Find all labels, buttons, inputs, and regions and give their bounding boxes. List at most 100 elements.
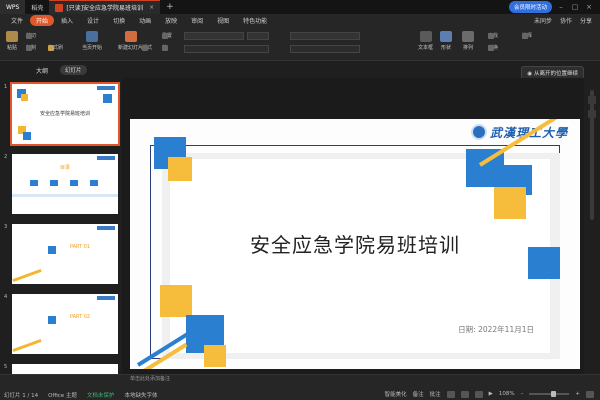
menu-features[interactable]: 特色功能 xyxy=(236,16,274,25)
zoom-in-icon[interactable]: + xyxy=(575,391,580,397)
thumbnail-slide-4[interactable]: PART 02 xyxy=(12,294,118,354)
menu-design[interactable]: 设计 xyxy=(80,16,106,25)
menu-view[interactable]: 视图 xyxy=(210,16,236,25)
menu-review[interactable]: 审阅 xyxy=(184,16,210,25)
document-tab[interactable]: [只读]安全应急学院易班培训 × xyxy=(49,0,161,14)
thumbnail-slide-3[interactable]: PART 01 xyxy=(12,224,118,284)
find-button[interactable]: 查找 xyxy=(488,32,498,39)
format-painter-button[interactable]: 格式刷 xyxy=(48,44,63,51)
new-tab-button[interactable]: + xyxy=(160,2,180,12)
play-slideshow-icon[interactable]: ▶ xyxy=(489,391,493,397)
menu-insert[interactable]: 插入 xyxy=(54,16,80,25)
maximize-icon[interactable]: ▢ xyxy=(570,3,580,11)
section-button[interactable]: 节 xyxy=(162,44,168,51)
thumb-toc-box xyxy=(30,180,38,186)
font-size-select[interactable] xyxy=(247,32,269,40)
arrange-icon xyxy=(462,31,474,42)
member-promo-button[interactable]: 会员限时活动 xyxy=(508,1,552,13)
slide-date[interactable]: 日期: 2022年11月1日 xyxy=(458,324,534,335)
textbox-icon xyxy=(419,31,432,42)
select-button[interactable]: 选择 xyxy=(522,32,532,39)
slide-counter: 幻灯片 1 / 14 xyxy=(4,393,39,399)
replace-button[interactable]: 替换 xyxy=(488,44,498,51)
status-left: 幻灯片 1 / 14 Office 主题 文档未保护 本地缺失字体 xyxy=(4,391,157,399)
current-slide-canvas[interactable]: 武漢理工大學 安全应急学院易班培训 日期: 2022年11月1日 xyxy=(130,119,580,369)
menu-transitions[interactable]: 切换 xyxy=(106,16,132,25)
notes-placeholder[interactable]: 单击此处添加备注 xyxy=(130,375,170,382)
alignment-group[interactable] xyxy=(290,45,360,53)
view-tabs-bar: 大纲 幻灯片 ◉ 从离开的位置继续 xyxy=(0,62,600,80)
side-tool-icon[interactable] xyxy=(588,96,596,104)
thumbnail-number: 2 xyxy=(4,154,8,160)
document-tab-label: [只读]安全应急学院易班培训 xyxy=(66,5,144,12)
thumb-logo xyxy=(97,296,115,300)
thumbnail-slide-1[interactable]: 安全应急学院易班培训 xyxy=(10,82,120,146)
paste-icon xyxy=(6,31,18,42)
cut-button[interactable]: 剪切 xyxy=(26,32,36,39)
slide-title[interactable]: 安全应急学院易班培训 xyxy=(130,229,580,258)
smart-beautify-button[interactable]: 智能美化 xyxy=(385,390,407,398)
thumbnail-slide-2[interactable]: 目录 xyxy=(12,154,118,214)
collaborate-button[interactable]: 协作 xyxy=(560,16,572,25)
thumbnail-title: PART 02 xyxy=(69,314,91,320)
zoom-slider[interactable] xyxy=(529,391,570,397)
paste-label: 粘贴 xyxy=(6,45,17,51)
new-slide-button[interactable]: 新建幻灯片 xyxy=(118,31,143,51)
reset-button[interactable]: 重置 xyxy=(162,32,172,39)
font-style-group[interactable] xyxy=(184,45,269,53)
vertical-scrollbar[interactable] xyxy=(584,78,600,374)
fit-window-icon[interactable] xyxy=(586,390,594,398)
ribbon-toolbar: 粘贴 剪切 复制 格式刷 当页开始 新建幻灯片 版式 节 重置 文本框 形状 xyxy=(0,27,600,61)
shape-button[interactable]: 形状 xyxy=(440,31,452,51)
thumb-blue-square xyxy=(23,132,31,140)
layout-icon xyxy=(142,44,148,51)
notes-toggle-button[interactable]: 备注 xyxy=(413,390,424,398)
close-tab-icon[interactable]: × xyxy=(149,4,154,11)
menu-slideshow[interactable]: 放映 xyxy=(158,16,184,25)
status-right: 智能美化 备注 批注 ▶ 108% – + xyxy=(385,390,594,398)
arrange-button[interactable]: 排列 xyxy=(462,31,474,51)
copy-button[interactable]: 复制 xyxy=(26,44,36,51)
sorter-view-icon[interactable] xyxy=(460,390,469,398)
zoom-slider-knob[interactable] xyxy=(551,391,557,397)
zoom-value[interactable]: 108% xyxy=(499,391,515,397)
menu-home[interactable]: 开始 xyxy=(30,15,55,26)
outline-tab[interactable]: 大纲 xyxy=(36,66,48,75)
new-slide-icon xyxy=(124,31,137,42)
document-protection-status[interactable]: 文档未保护 xyxy=(87,391,115,399)
reading-view-icon[interactable] xyxy=(474,390,483,398)
zoom-out-icon[interactable]: – xyxy=(521,391,524,397)
status-bar: 单击此处添加备注 幻灯片 1 / 14 Office 主题 文档未保护 本地缺失… xyxy=(0,374,600,400)
decor-yellow-square xyxy=(160,285,192,317)
replace-icon xyxy=(488,44,494,51)
normal-view-icon[interactable] xyxy=(446,390,455,398)
thumb-stripe xyxy=(12,338,42,353)
close-window-icon[interactable]: × xyxy=(584,3,594,11)
textbox-button[interactable]: 文本框 xyxy=(418,31,433,51)
layout-button[interactable]: 版式 xyxy=(142,44,152,51)
comments-button[interactable]: 批注 xyxy=(430,390,441,398)
minimize-icon[interactable]: – xyxy=(556,3,566,11)
font-name-select[interactable] xyxy=(184,32,244,40)
sync-status[interactable]: 未同步 xyxy=(534,16,552,25)
paragraph-group[interactable] xyxy=(290,32,360,40)
thumbnail-number: 3 xyxy=(4,224,8,230)
missing-font-notice[interactable]: 本地缺失字体 xyxy=(124,391,157,399)
share-button[interactable]: 分享 xyxy=(580,16,592,25)
menu-animations[interactable]: 动画 xyxy=(132,16,158,25)
wps-home-tab[interactable]: WPS xyxy=(0,0,26,14)
thumbnail-slide-5[interactable] xyxy=(12,364,118,374)
decor-yellow-square xyxy=(494,187,526,219)
title-bar-controls: 会员限时活动 – ▢ × xyxy=(508,1,594,13)
paste-button[interactable]: 粘贴 xyxy=(6,31,18,51)
docer-tab[interactable]: 稻壳 xyxy=(25,0,49,14)
wps-presentation-window: WPS 稻壳 [只读]安全应急学院易班培训 × + 会员限时活动 – ▢ × 文… xyxy=(0,0,600,400)
play-from-current-button[interactable]: 当页开始 xyxy=(82,31,102,51)
textbox-label: 文本框 xyxy=(418,45,434,51)
side-tool-icon[interactable] xyxy=(588,110,596,118)
select-icon xyxy=(522,32,528,39)
reset-icon xyxy=(162,32,168,39)
thumbnail-number: 4 xyxy=(4,294,8,300)
menu-file[interactable]: 文件 xyxy=(4,16,30,25)
slides-tab[interactable]: 幻灯片 xyxy=(60,65,87,75)
